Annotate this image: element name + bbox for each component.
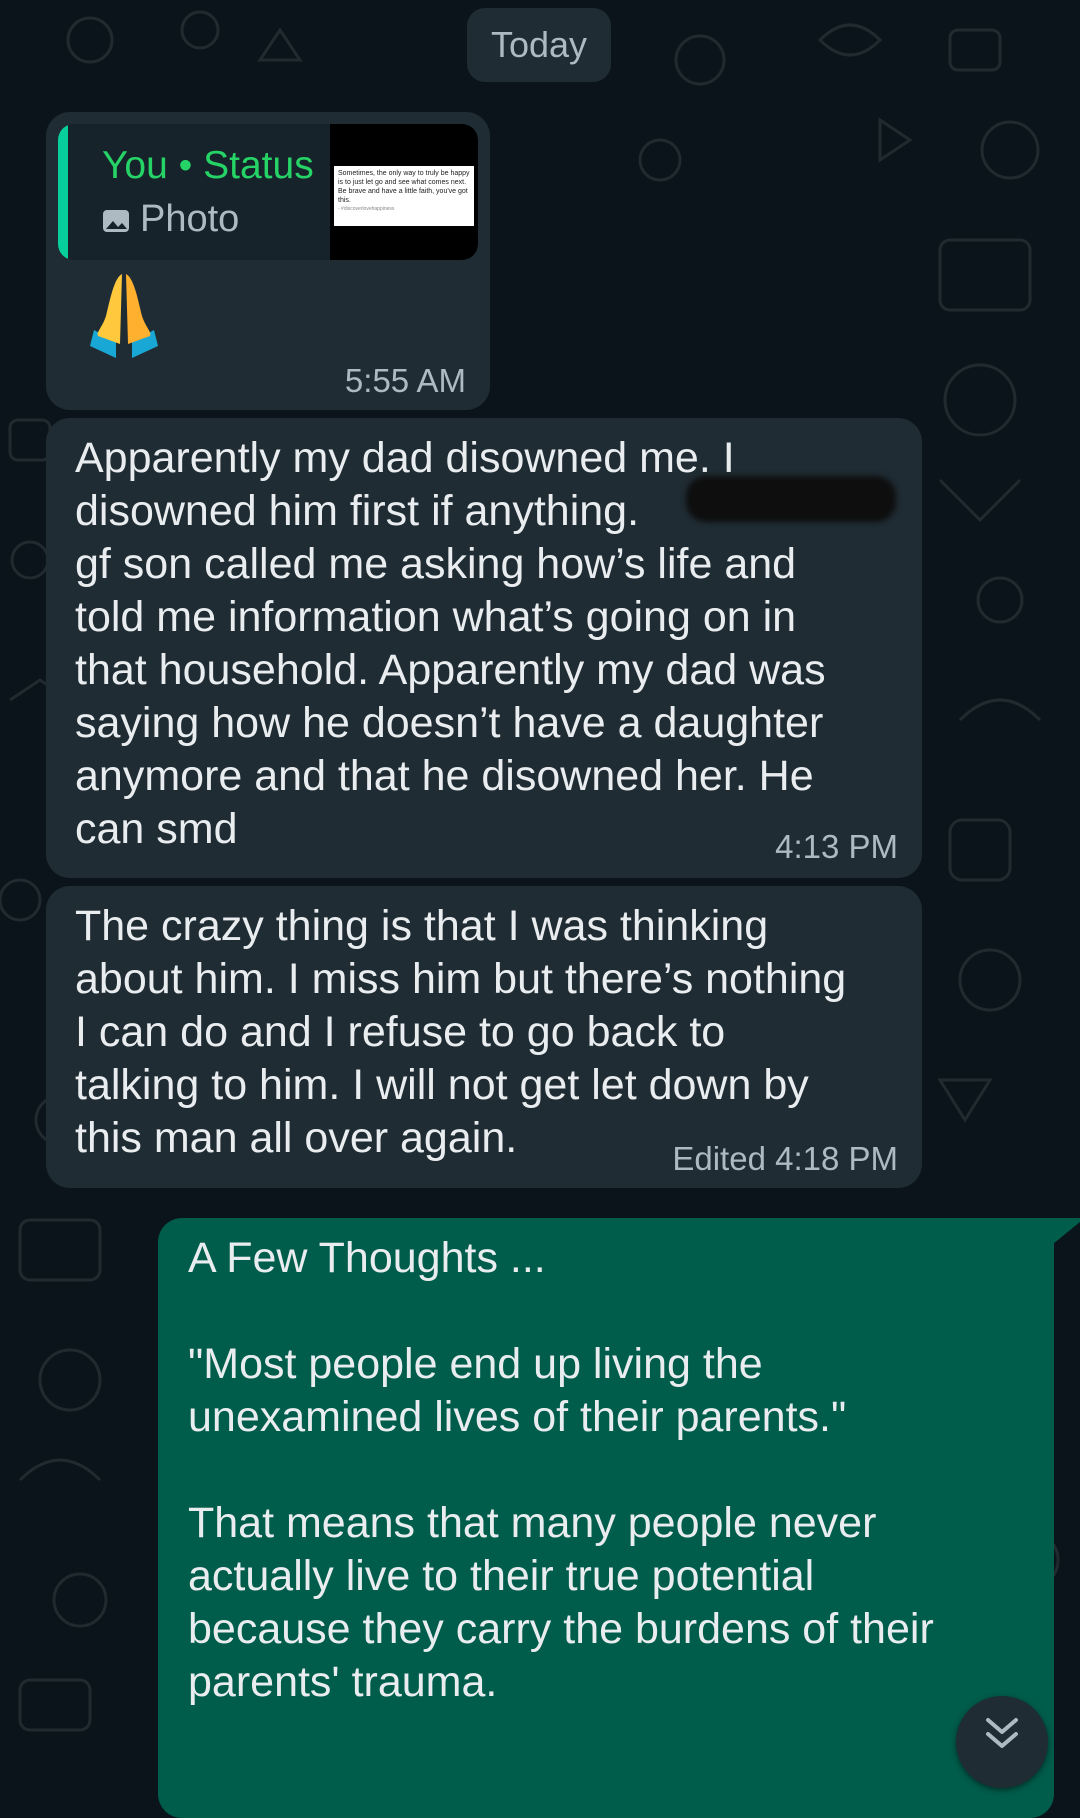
message-bubble-outgoing[interactable]: A Few Thoughts ... "Most people end up l… (158, 1218, 1054, 1818)
double-chevron-down-icon (986, 1718, 1018, 1748)
message-bubble-incoming[interactable]: Apparently my dad disowned me. I disowne… (46, 418, 922, 878)
message-time: 4:13 PM (775, 828, 898, 865)
quote-accent-bar (58, 124, 68, 260)
photo-icon (103, 210, 129, 232)
quote-type: Photo (102, 198, 239, 241)
thumbnail-text: Sometimes, the only way to truly be happ… (338, 170, 470, 204)
date-divider: Today (467, 8, 611, 82)
scroll-to-bottom-button[interactable] (956, 1696, 1048, 1788)
message-text: The crazy thing is that I was thinking a… (75, 902, 847, 1162)
thumbnail-signature: - #discoverlovehappiness (338, 206, 395, 212)
folded-hands-emoji (90, 274, 158, 358)
message-bubble-incoming[interactable]: The crazy thing is that I was thinking a… (46, 886, 922, 1188)
thumbnail-quote-text: Sometimes, the only way to truly be happ… (334, 166, 474, 226)
message-bubble-status-reply[interactable]: You • Status Photo Sometimes, the only w… (46, 112, 490, 410)
outgoing-bubble-tail (1053, 1218, 1080, 1244)
quote-type-label: Photo (140, 198, 240, 240)
status-thumbnail[interactable]: Sometimes, the only way to truly be happ… (330, 124, 478, 260)
message-text: A Few Thoughts ... "Most people end up l… (188, 1234, 934, 1706)
quote-title: You • Status (102, 144, 314, 187)
message-time: 5:55 AM (344, 362, 466, 399)
quoted-status[interactable]: You • Status Photo Sometimes, the only w… (58, 124, 478, 260)
message-time: Edited 4:18 PM (672, 1140, 898, 1177)
redaction-mark (686, 476, 896, 522)
